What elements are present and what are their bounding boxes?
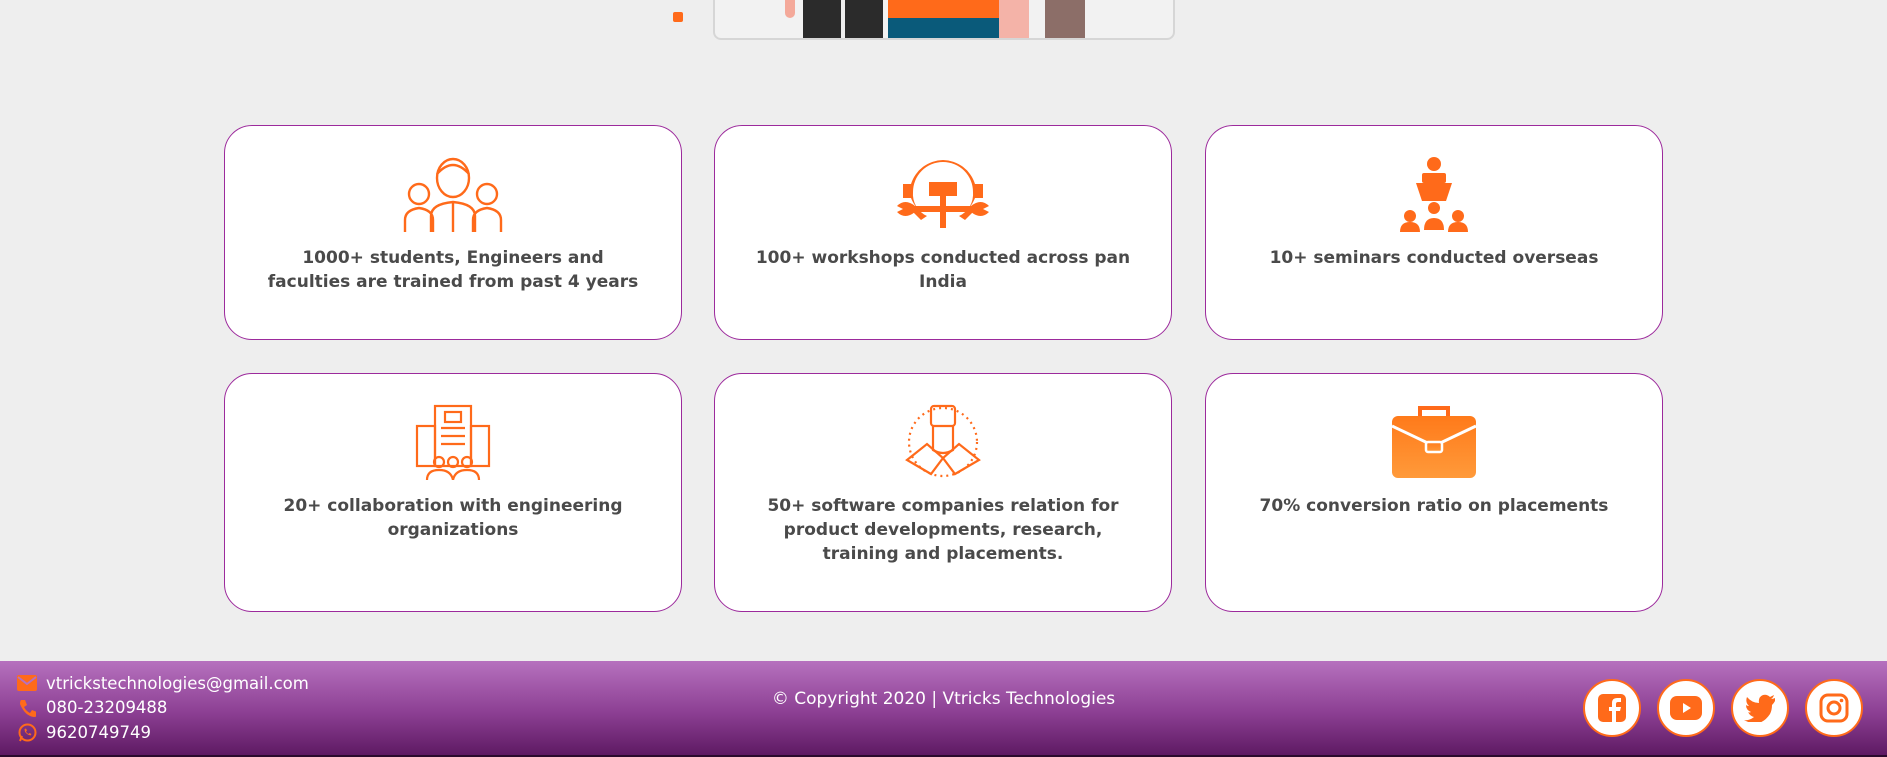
whatsapp-icon <box>16 722 38 742</box>
whatsapp-link[interactable]: 9620749749 <box>16 720 309 745</box>
stat-text: 50+ software companies relation for prod… <box>767 496 1119 564</box>
whatsapp-text: 9620749749 <box>46 722 151 742</box>
stat-text: 10+ seminars conducted overseas <box>1269 248 1599 268</box>
stat-card-students: 1000+ students, Engineers and faculties … <box>224 125 682 340</box>
handshake-icon <box>893 404 993 480</box>
twitter-button[interactable] <box>1731 679 1789 737</box>
seminar-presenter-icon <box>1384 156 1484 232</box>
footer: vtrickstechnologies@gmail.com 080-232094… <box>0 661 1887 757</box>
youtube-icon <box>1670 696 1702 720</box>
workshop-gear-icon <box>893 156 993 232</box>
people-icon <box>403 156 503 232</box>
stat-card-workshops: 100+ workshops conducted across pan Indi… <box>714 125 1172 340</box>
stat-card-collaboration: 20+ collaboration with engineering organ… <box>224 373 682 612</box>
team-illustration <box>713 0 1175 40</box>
youtube-button[interactable] <box>1657 679 1715 737</box>
stat-card-companies: 50+ software companies relation for prod… <box>714 373 1172 612</box>
building-collaboration-icon <box>403 404 503 480</box>
instagram-button[interactable] <box>1805 679 1863 737</box>
social-links <box>1583 679 1863 737</box>
stat-text: 70% conversion ratio on placements <box>1259 496 1609 516</box>
briefcase-icon <box>1384 404 1484 480</box>
stat-card-seminars: 10+ seminars conducted overseas <box>1205 125 1663 340</box>
facebook-button[interactable] <box>1583 679 1641 737</box>
decorative-dot <box>673 12 683 22</box>
stat-card-placements: 70% conversion ratio on placements <box>1205 373 1663 612</box>
stat-text: 20+ collaboration with engineering organ… <box>283 496 623 540</box>
stat-text: 1000+ students, Engineers and faculties … <box>267 248 639 292</box>
stat-text: 100+ workshops conducted across pan Indi… <box>755 248 1131 292</box>
facebook-icon <box>1598 694 1626 722</box>
instagram-icon <box>1819 693 1849 723</box>
twitter-icon <box>1744 694 1775 722</box>
